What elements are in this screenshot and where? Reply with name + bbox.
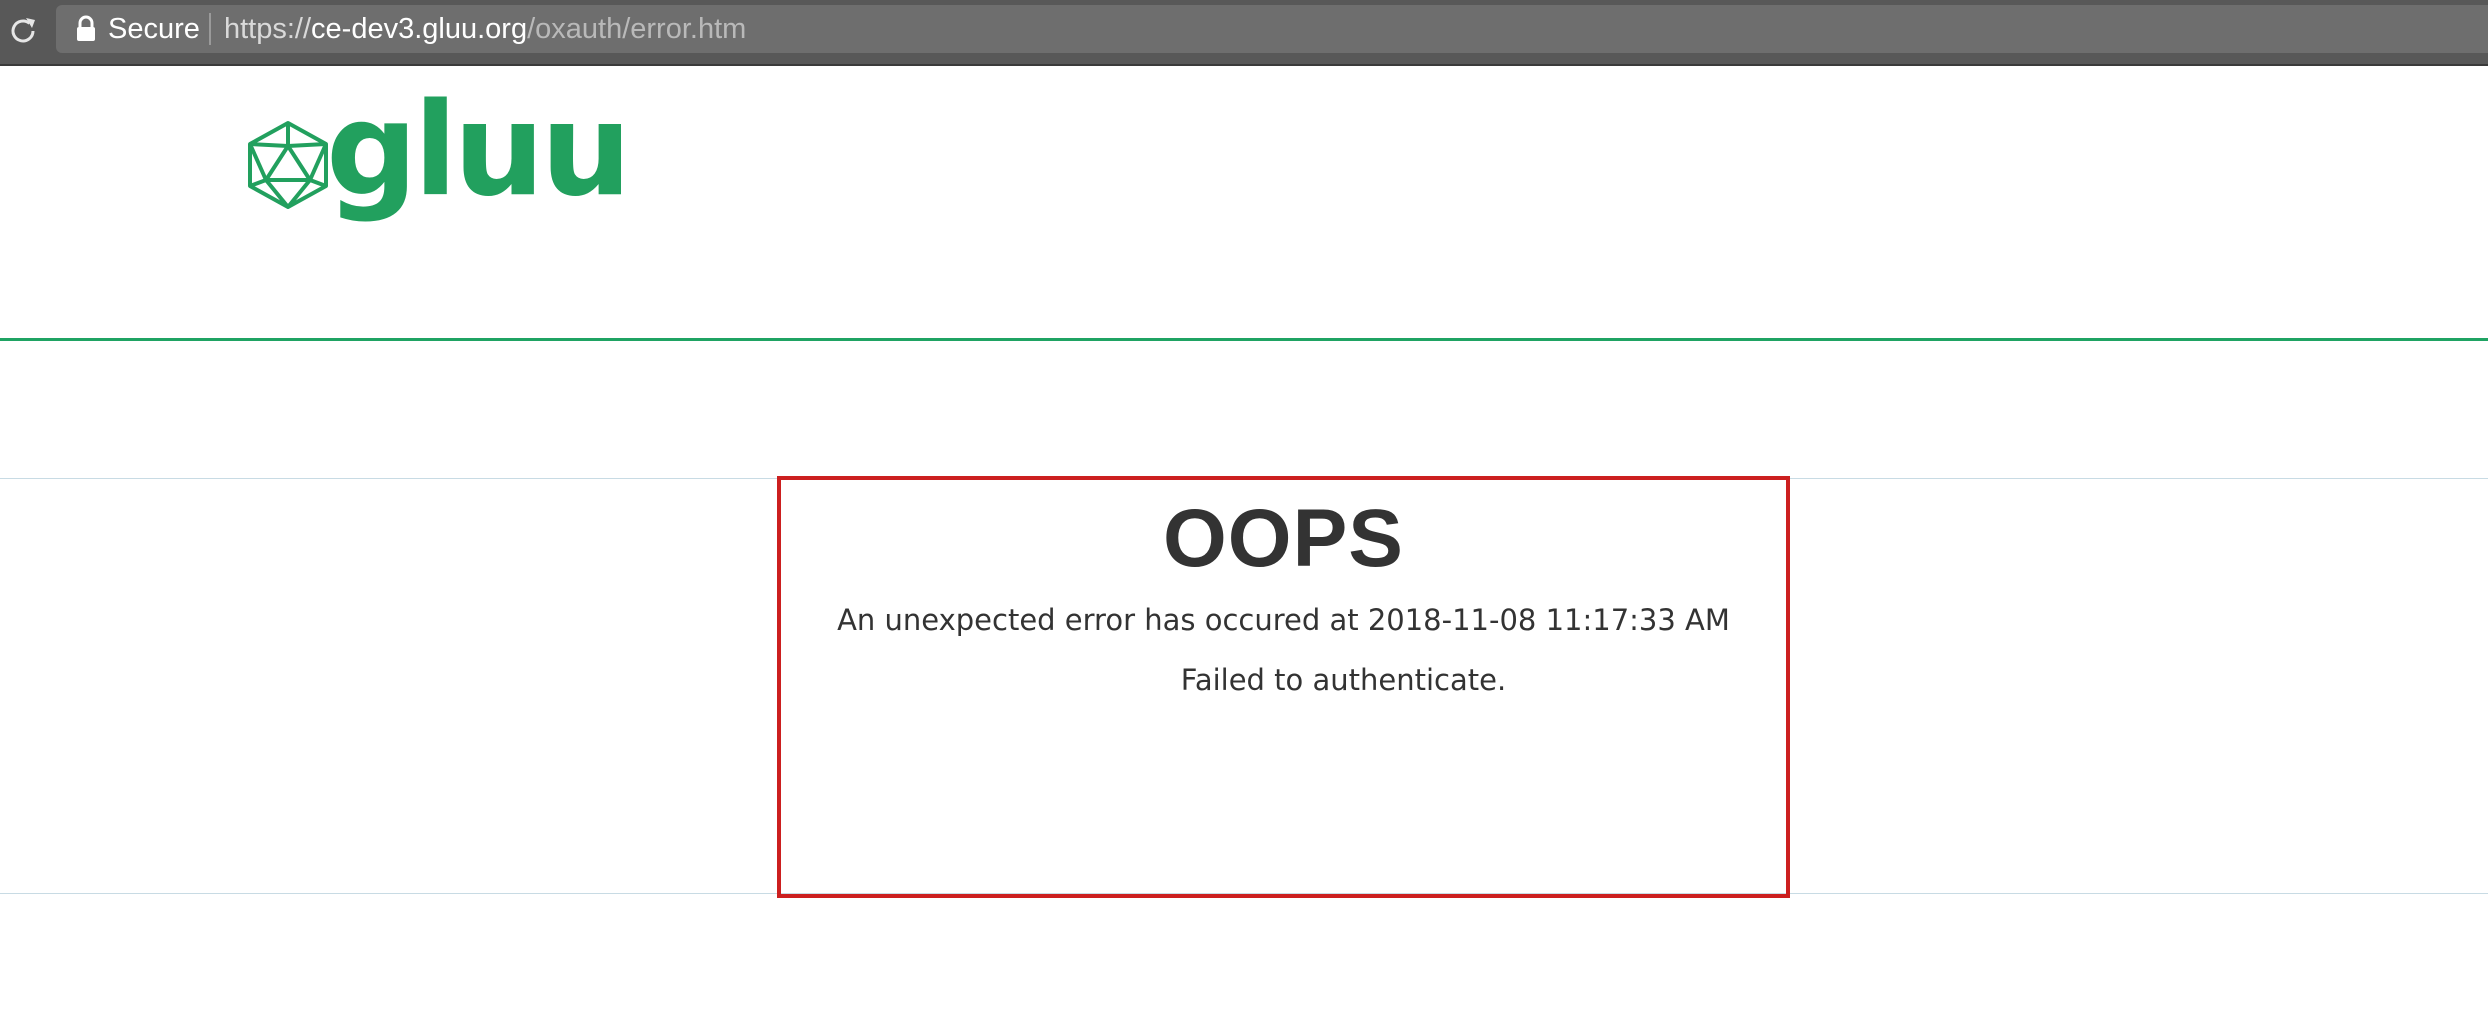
lock-icon [77,15,95,41]
error-detail: Failed to authenticate. [1180,663,1507,697]
error-title: OOPS [1163,493,1404,584]
url-divider [209,13,211,45]
browser-toolbar: Secure https://ce-dev3.gluu.org/oxauth/e… [0,0,2488,66]
logo-text: gluu [326,76,632,225]
header-divider [0,338,2488,341]
error-message: An unexpected error has occured at 2018-… [837,603,1730,637]
secure-label[interactable]: Secure [108,13,200,45]
gluu-logo[interactable]: gluu [246,76,632,225]
reload-icon[interactable] [6,14,40,48]
address-bar[interactable]: Secure https://ce-dev3.gluu.org/oxauth/e… [56,5,2488,53]
error-panel: OOPS An unexpected error has occured at … [777,476,1790,898]
icosahedron-icon [248,121,328,209]
url-path: /oxauth/error.htm [527,13,747,45]
url-host: ce-dev3.gluu.org [311,13,528,45]
url-text[interactable]: https://ce-dev3.gluu.org/oxauth/error.ht… [224,13,746,45]
url-scheme: https:// [224,13,312,45]
